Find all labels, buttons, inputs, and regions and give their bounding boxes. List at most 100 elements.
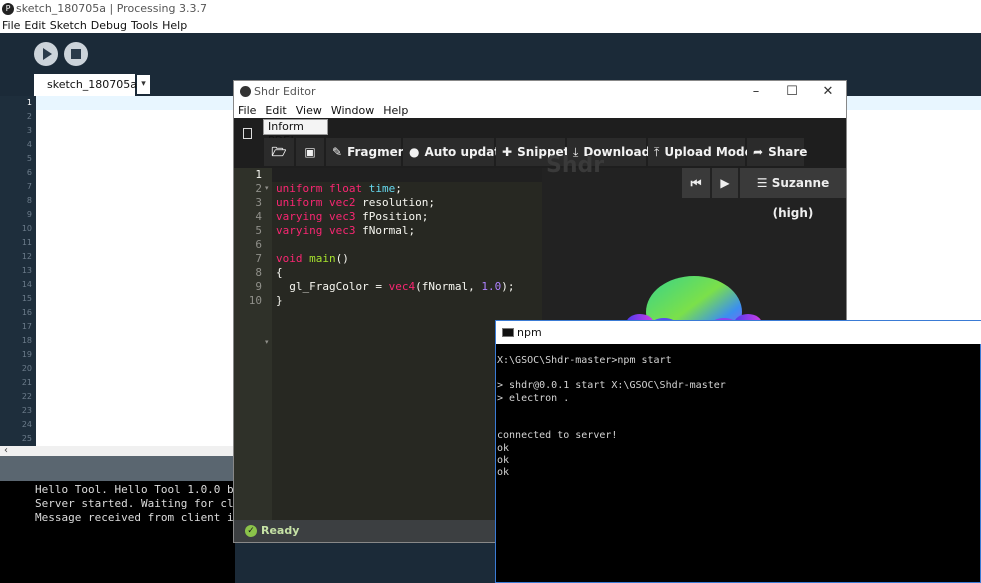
horizontal-scrollbar[interactable]: ‹	[0, 446, 235, 456]
pencil-icon: ✎	[332, 145, 343, 159]
menu-debug[interactable]: Debug	[91, 19, 127, 32]
line-number: 4	[26, 140, 32, 149]
npm-output-line: ok	[497, 467, 510, 478]
line-number: 22	[21, 392, 32, 401]
tab-menu-arrow-icon[interactable]: ▾	[137, 75, 150, 94]
line-number: 12	[21, 252, 32, 261]
line-number: 6	[255, 238, 262, 251]
line-number: 5	[26, 154, 32, 163]
shdr-menu-help[interactable]: Help	[383, 104, 408, 117]
upload-model-button[interactable]: ⤒ Upload Model	[648, 138, 757, 166]
menu-tools[interactable]: Tools	[131, 19, 158, 32]
processing-status-bar	[0, 456, 235, 481]
line-number: 4	[255, 210, 262, 223]
line-number: 23	[21, 406, 32, 415]
code-line-8: {	[276, 266, 283, 279]
menu-sketch[interactable]: Sketch	[50, 19, 87, 32]
line-number: 10	[248, 294, 262, 307]
line-number: 9	[255, 280, 262, 293]
menu-edit[interactable]: Edit	[24, 19, 45, 32]
line-number: 21	[21, 378, 32, 387]
line-number: 1	[255, 168, 262, 181]
shdr-menu-window[interactable]: Window	[331, 104, 374, 117]
shdr-menu-file[interactable]: File	[238, 104, 256, 117]
code-line-9: gl_FragColor = vec4(fNormal, 1.0);	[276, 280, 515, 293]
npm-title-bar: npm	[496, 321, 981, 344]
play-icon: ▶	[720, 176, 730, 190]
line-number: 5	[255, 224, 262, 237]
line-number: 6	[26, 168, 32, 177]
fold-arrow-icon[interactable]: ▾	[265, 184, 269, 192]
line-number: 24	[21, 420, 32, 429]
shdr-window-title: Shdr Editor	[254, 85, 316, 98]
console-line: Hello Tool. Hello Tool 1.0.0 by	[35, 483, 235, 496]
line-number: 17	[21, 322, 32, 331]
code-line-2: uniform float time;	[276, 182, 402, 195]
shader-line-gutter: 1 2 3 4 5 6 7 8 9 10 ▾ ▾	[234, 168, 272, 520]
line-number: 25	[21, 434, 32, 443]
menu-help[interactable]: Help	[162, 19, 187, 32]
share-button[interactable]: ➦ Share	[747, 138, 808, 166]
npm-output-line: ok	[497, 455, 510, 466]
processing-logo-icon: P	[2, 3, 14, 15]
code-line-4: varying vec3 fPosition;	[276, 210, 429, 223]
stop-icon	[71, 49, 81, 59]
preview-watermark: Shdr	[546, 153, 605, 178]
rewind-button[interactable]: ⏮	[682, 168, 710, 198]
shdr-menu-bar: File Edit View Window Help	[234, 103, 846, 118]
shdr-title-bar: Shdr Editor – ☐ ✕	[234, 81, 846, 103]
shdr-menu-edit[interactable]: Edit	[265, 104, 286, 117]
console-icon	[502, 328, 514, 337]
shdr-menu-view[interactable]: View	[296, 104, 322, 117]
line-number: 15	[21, 294, 32, 303]
close-icon[interactable]: ✕	[810, 81, 846, 103]
stop-button[interactable]	[64, 42, 88, 66]
line-number: 10	[21, 224, 32, 233]
scroll-left-icon[interactable]: ‹	[4, 445, 8, 456]
processing-console: Hello Tool. Hello Tool 1.0.0 by Server s…	[0, 481, 235, 583]
processing-menu-bar: File Edit Sketch Debug Tools Help	[0, 18, 981, 33]
play-preview-button[interactable]: ▶	[712, 168, 738, 198]
npm-output-line: > shdr@0.0.1 start X:\GSOC\Shdr-master	[497, 380, 726, 391]
new-document-icon[interactable]	[243, 128, 252, 139]
share-label: Share	[768, 145, 808, 159]
shdr-app-icon	[240, 86, 251, 97]
fold-arrow-icon[interactable]: ▾	[265, 338, 269, 346]
line-number: 19	[21, 350, 32, 359]
model-select-dropdown[interactable]: ☰ Suzanne (high)	[740, 168, 846, 220]
line-number: 7	[255, 252, 262, 265]
menu-file[interactable]: File	[2, 19, 20, 32]
line-number: 7	[26, 182, 32, 191]
line-number: 2	[26, 112, 32, 121]
line-number: 18	[21, 336, 32, 345]
circle-icon: ●	[409, 145, 420, 159]
line-number: 3	[26, 126, 32, 135]
save-icon: ▣	[304, 145, 316, 159]
tab-sketch[interactable]: sketch_180705a	[34, 74, 137, 96]
npm-console-window: npm X:\GSOC\Shdr-master>npm start > shdr…	[495, 320, 981, 583]
line-number: 9	[26, 210, 32, 219]
save-button[interactable]: ▣	[296, 138, 324, 166]
auto-update-toggle[interactable]: ● Auto update	[403, 138, 508, 166]
fragment-button[interactable]: ✎ Fragment	[326, 138, 412, 166]
line-number: 14	[21, 280, 32, 289]
npm-output-line: > electron .	[497, 393, 570, 404]
plus-icon: ✚	[502, 145, 513, 159]
processing-window-title: sketch_180705a | Processing 3.3.7	[16, 2, 207, 15]
code-line-3: uniform vec2 resolution;	[276, 196, 435, 209]
skip-back-icon: ⏮	[690, 176, 702, 190]
line-number: 8	[255, 266, 262, 279]
line-number: 2	[255, 182, 262, 195]
upload-model-label: Upload Model	[664, 145, 757, 159]
minimize-icon[interactable]: –	[738, 81, 774, 103]
code-line-10: }	[276, 294, 283, 307]
inform-pde-tooltip[interactable]: Inform PDE!	[263, 119, 328, 147]
npm-output-line: connected to server!	[497, 430, 618, 441]
active-code-line	[272, 168, 542, 182]
open-folder-button[interactable]: 🗁	[264, 138, 294, 166]
processing-line-gutter: 1 2 3 4 5 6 7 8 9 10 11 12 13 14 15 16 17 18 19 20 21 22 23 24 2…	[0, 96, 36, 446]
line-number: 11	[21, 238, 32, 247]
run-button[interactable]	[34, 42, 58, 66]
processing-title-bar: P sketch_180705a | Processing 3.3.7	[0, 0, 981, 18]
maximize-icon[interactable]: ☐	[774, 81, 810, 103]
